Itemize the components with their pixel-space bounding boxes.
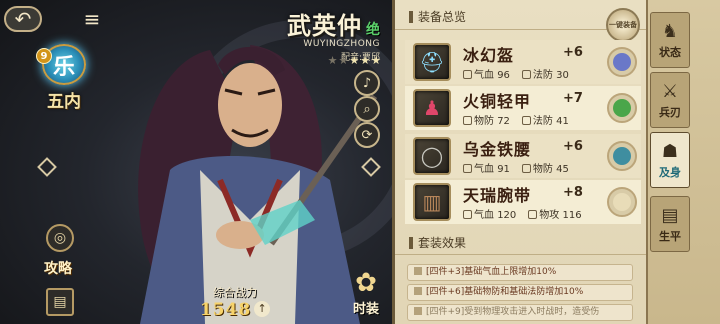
power-value: 1548 (199, 300, 252, 320)
faction-badge[interactable]: 乐 9 五内 (36, 44, 92, 112)
rarity-badge: 绝 (366, 22, 380, 38)
armor-icon: ☗ (661, 140, 679, 162)
equipment-level: +6 (563, 45, 583, 60)
fashion-label: 时装 (352, 302, 379, 317)
cycle-icon[interactable]: ⟳ (354, 122, 380, 148)
helmet-icon: ⛑ (413, 43, 451, 81)
power-up-icon[interactable]: ↑ (254, 301, 271, 317)
equipment-level: +6 (563, 139, 583, 154)
hero-name: 武英仲 (287, 11, 362, 40)
tab-biography[interactable]: ▤ 生平 (650, 196, 690, 252)
star-rating: ★★★★★ (328, 54, 382, 67)
hero-panel: ↶ ≡ 乐 9 五内 ◎ 攻略 ▤ 武英仲绝 WUYINGZHONG 配音:贾邱… (0, 0, 392, 324)
equipment-row[interactable]: ◯ 乌金铁腰 +6 气血 91 物防 45 (405, 134, 641, 178)
equipment-screen: ↶ ≡ 乐 9 五内 ◎ 攻略 ▤ 武英仲绝 WUYINGZHONG 配音:贾邱… (0, 0, 720, 324)
stat-icon (463, 116, 472, 125)
equipment-level: +8 (563, 185, 583, 200)
gem-icon (613, 99, 631, 117)
back-button[interactable]: ↶ (4, 6, 42, 32)
status-icon: ♞ (661, 20, 679, 42)
title-bar-icon (409, 237, 413, 249)
equipment-stats: 气血 120 物攻 116 (463, 206, 582, 221)
title-bar-icon (409, 11, 413, 23)
equipment-row[interactable]: ♟ 火铜轻甲 +7 物防 72 法防 41 (405, 86, 641, 130)
book-icon[interactable]: ▤ (46, 288, 74, 316)
set-effect-title: 套装效果 (395, 234, 646, 255)
gem-icon (613, 53, 631, 71)
stat-icon (521, 116, 531, 125)
auto-equip-button[interactable]: 一键装备 (606, 8, 640, 42)
equipment-name: 冰幻盔 (463, 46, 515, 65)
equipment-name: 乌金铁腰 (463, 140, 532, 159)
equipment-stats: 气血 91 物防 45 (463, 160, 569, 175)
gem-socket[interactable] (607, 93, 637, 123)
equipment-stats: 气血 96 法防 30 (463, 66, 569, 81)
gem-icon (613, 147, 631, 165)
bullet-icon (414, 307, 422, 315)
bullet-icon (414, 267, 422, 275)
equipment-name: 火铜轻甲 (463, 92, 532, 111)
tab-armor[interactable]: ☗ 及身 (650, 132, 690, 188)
equipment-level: +7 (563, 91, 583, 106)
tab-weapon[interactable]: ⚔ 兵刃 (650, 72, 690, 128)
back-arrow-icon: ↶ (14, 7, 32, 31)
star-filled-icon: ★★★ (349, 54, 382, 67)
equipment-sheet: 装备总览 一键装备 ⛑ 冰幻盔 +6 气血 96 法防 30 ♟ 火铜轻甲 +7 … (392, 0, 646, 324)
bracer-icon: ▥ (413, 183, 451, 221)
stat-icon (521, 164, 531, 173)
tab-status[interactable]: ♞ 状态 (650, 12, 690, 68)
star-empty-icon: ★★ (327, 54, 350, 67)
gem-socket[interactable] (607, 47, 637, 77)
set-effect-line: [四件+6]基础物防和基础法防增加10% (407, 284, 633, 301)
stat-icon (521, 70, 531, 79)
voice-icon[interactable]: ♪ (354, 70, 380, 96)
combat-power: 综合战力 1548 ↑ (180, 284, 290, 322)
stat-icon (463, 70, 472, 79)
bullet-icon (414, 287, 422, 295)
faction-level: 9 (36, 48, 52, 64)
zoom-icon[interactable]: ⌕ (354, 96, 380, 122)
side-tabs: ♞ 状态 ⚔ 兵刃 ☗ 及身 ▤ 生平 (646, 0, 720, 324)
biography-icon: ▤ (661, 204, 679, 226)
gem-socket-empty[interactable] (607, 187, 637, 217)
skill-icon[interactable]: ◎ (46, 224, 74, 252)
belt-icon: ◯ (413, 137, 451, 175)
equipment-name: 天瑞腕带 (463, 186, 532, 205)
fashion-button[interactable]: ✿ 时装 (344, 268, 388, 322)
left-diamond-icon[interactable] (37, 157, 57, 177)
gem-socket[interactable] (607, 141, 637, 171)
equipment-stats: 物防 72 法防 41 (463, 112, 569, 127)
guide-button[interactable]: 攻略 (44, 258, 80, 278)
stat-icon (528, 210, 538, 219)
menu-icon: ≡ (83, 7, 101, 31)
stat-icon (463, 164, 472, 173)
set-effect-line: [四件+9]受到物理攻击进入时战时，造受伤 (407, 304, 633, 321)
gem-icon (613, 193, 631, 211)
weapon-icon: ⚔ (661, 80, 679, 102)
menu-button[interactable]: ≡ (74, 6, 110, 32)
stat-icon (463, 210, 472, 219)
fashion-icon: ✿ (355, 268, 377, 298)
equipment-row[interactable]: ⛑ 冰幻盔 +6 气血 96 法防 30 (405, 40, 641, 84)
faction-name: 五内 (47, 92, 81, 112)
equipment-row[interactable]: ▥ 天瑞腕带 +8 气血 120 物攻 116 (405, 180, 641, 224)
set-effect-line: [四件+3]基础气血上限增加10% (407, 264, 633, 281)
armor-icon: ♟ (413, 89, 451, 127)
power-label: 综合战力 (213, 286, 257, 299)
